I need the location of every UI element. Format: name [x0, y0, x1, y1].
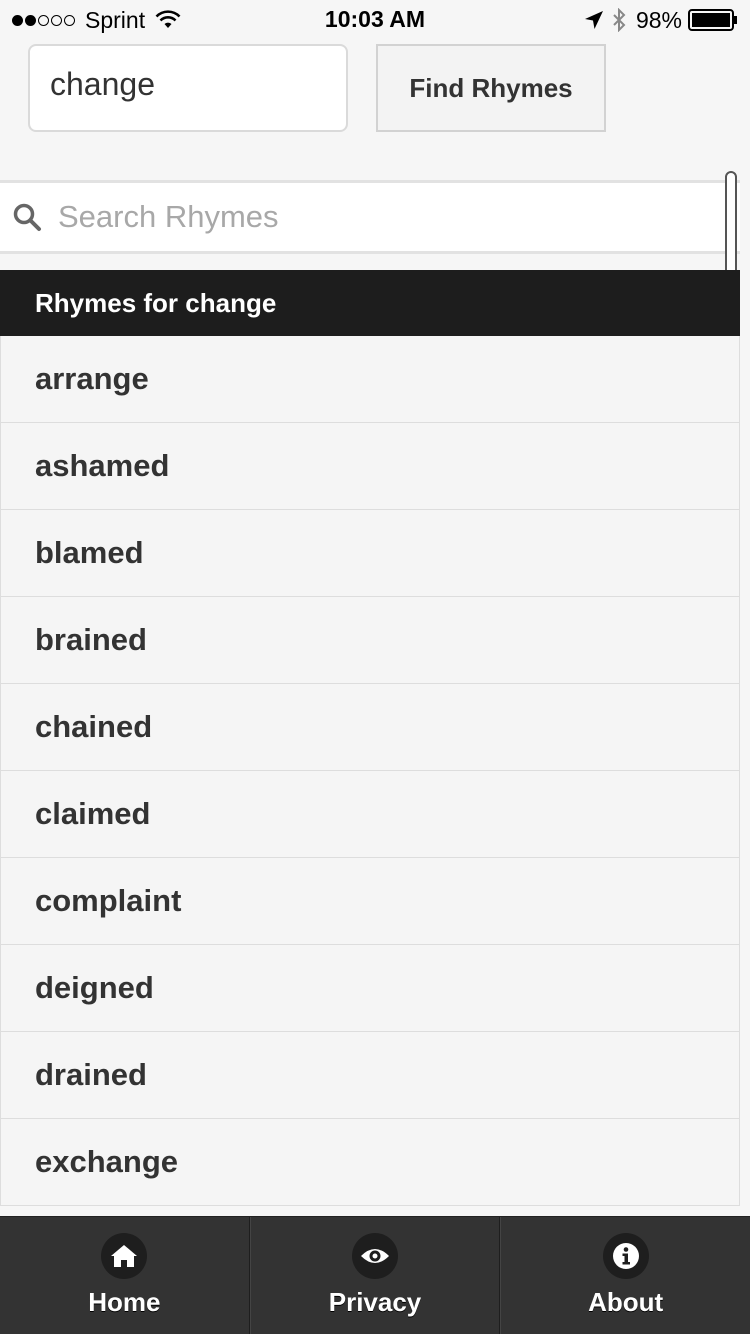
find-rhymes-button[interactable]: Find Rhymes — [376, 44, 606, 132]
search-rhymes-input[interactable] — [58, 199, 698, 235]
list-item[interactable]: chained — [0, 684, 740, 771]
list-item[interactable]: ashamed — [0, 423, 740, 510]
rhymes-list: Rhymes for change arrange ashamed blamed… — [0, 270, 740, 1206]
eye-icon-circle — [352, 1233, 398, 1279]
filter-bar — [0, 180, 740, 254]
list-item[interactable]: arrange — [0, 336, 740, 423]
battery-percent: 98% — [635, 6, 682, 33]
home-icon-circle — [101, 1233, 148, 1279]
tab-label: Home — [88, 1287, 161, 1317]
tab-home[interactable]: Home — [0, 1217, 250, 1334]
bluetooth-icon — [613, 8, 626, 32]
home-icon — [111, 1245, 138, 1267]
list-item[interactable]: blamed — [0, 510, 740, 597]
status-bar: Sprint 10:03 AM 98% — [0, 0, 750, 40]
tab-about[interactable]: About — [500, 1217, 750, 1334]
word-input[interactable]: change — [28, 44, 348, 132]
info-icon — [612, 1243, 639, 1269]
location-arrow-icon — [584, 11, 603, 29]
search-icon — [13, 203, 41, 231]
status-right: 98% — [584, 6, 738, 34]
list-item[interactable]: deigned — [0, 945, 740, 1032]
list-item[interactable]: drained — [0, 1032, 740, 1119]
tab-label: Privacy — [328, 1287, 422, 1317]
tab-label: About — [588, 1287, 664, 1317]
tab-privacy[interactable]: Privacy — [249, 1217, 501, 1334]
list-header: Rhymes for change — [0, 270, 740, 336]
eye-icon — [361, 1249, 389, 1263]
list-item[interactable]: exchange — [0, 1119, 740, 1206]
tab-bar: Home Privacy About — [0, 1216, 750, 1334]
list-item[interactable]: claimed — [0, 771, 740, 858]
list-item[interactable]: brained — [0, 597, 740, 684]
info-icon-circle — [602, 1233, 649, 1279]
battery-icon — [688, 9, 737, 31]
list-item[interactable]: complaint — [0, 858, 740, 945]
